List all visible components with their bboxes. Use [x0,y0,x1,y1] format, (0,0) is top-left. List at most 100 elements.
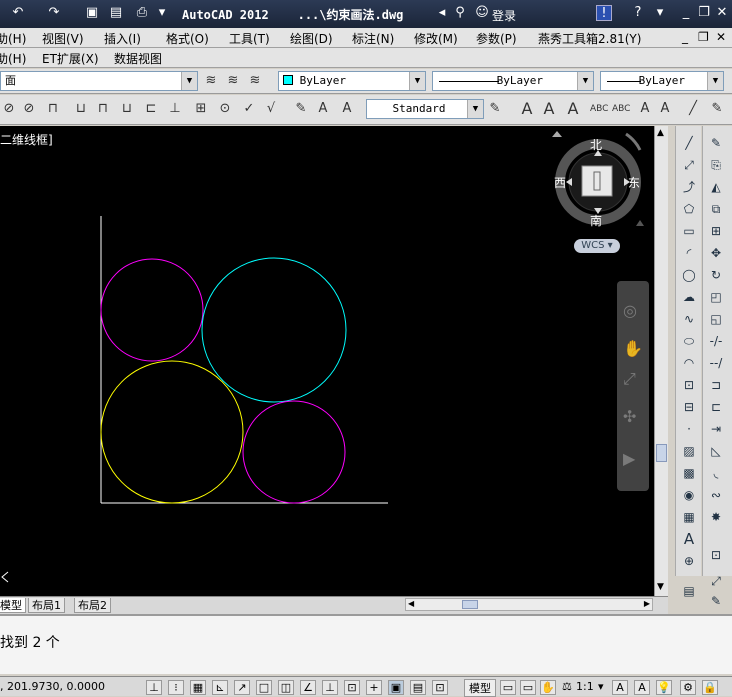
pan-status-icon[interactable]: ✋ [540,680,556,695]
chevron-down-icon[interactable]: ▼ [577,72,593,90]
color-combo[interactable]: ByLayer ▼ [278,71,426,91]
mtext-icon[interactable]: A [540,100,558,118]
help-dropdown-icon[interactable]: ▾ [652,5,668,21]
table-icon[interactable]: ▦ [680,508,698,526]
eraser-icon[interactable]: ✎ [707,592,725,610]
dim-tool-icon[interactable]: ⤢ [707,572,725,590]
dim-edit-icon[interactable]: ✎ [486,100,504,118]
menu-tools[interactable]: 工具(T) [229,30,270,47]
dropdown-icon[interactable]: ▾ [154,5,170,21]
quick-view-layouts-icon[interactable]: ▭ [500,680,516,695]
save-as-icon[interactable]: ▣ [84,5,100,21]
vertical-constraint-icon[interactable]: ⊔ [118,100,136,118]
spline-icon[interactable]: ∿ [680,310,698,328]
explode-icon[interactable]: ✸ [707,508,725,526]
aligned-constraint-icon[interactable]: ⊓ [94,100,112,118]
ucs-menu-button[interactable]: WCS ▾ [574,239,620,253]
horizontal-scroll-thumb[interactable] [462,600,478,609]
concentric-icon[interactable]: ⊙ [216,100,234,118]
menu-help[interactable]: 助(H) [0,30,26,47]
make-block-icon[interactable]: ⊟ [680,398,698,416]
orbit-icon[interactable]: ✣ [623,407,636,426]
break-at-point-icon[interactable]: ⊐ [707,376,725,394]
transparency-icon[interactable]: ▣ [388,680,404,695]
gradient-icon[interactable]: ▩ [680,464,698,482]
rotate-arrow-icon[interactable] [625,132,642,151]
radial-constraint-icon[interactable]: ⊥ [166,100,184,118]
binoculars-icon[interactable]: ⚲ [452,5,468,21]
text-edit-icon[interactable]: A [564,100,582,118]
menu-view[interactable]: 视图(V) [42,30,84,47]
vertical-scrollbar[interactable]: ▲ ▼ [654,126,668,596]
login-label[interactable]: 登录 [492,7,516,24]
drawing-canvas[interactable]: 二维线框] 北 南 东 西 WCS ▾ [0,126,654,596]
menu-help-2[interactable]: 助(H) [0,50,26,67]
annotation-scale-value[interactable]: 1:1 [576,680,594,693]
model-button[interactable]: 模型 [464,679,496,697]
menu-data-view[interactable]: 数据视图 [114,50,162,67]
polygon-icon[interactable]: ⬠ [680,200,698,218]
blend-icon[interactable]: ∾ [707,486,725,504]
command-line[interactable]: 找到 2 个 [0,614,732,674]
tab-model[interactable]: 模型 [0,598,26,613]
hatch-icon[interactable]: ▨ [680,442,698,460]
workspace-combo[interactable]: 面 ▼ [0,71,198,91]
quick-properties-icon[interactable]: ▤ [410,680,426,695]
minimize-icon[interactable]: _ [678,5,694,21]
text-icon[interactable]: A [518,100,536,118]
join-icon[interactable]: ⇥ [707,420,725,438]
doc-close-icon[interactable]: ✕ [716,30,726,44]
user-icon[interactable]: ☺ [474,5,490,21]
compass-west[interactable]: 西 [554,174,566,191]
lightbulb-icon[interactable]: 💡 [656,680,672,695]
layer-properties-icon[interactable]: ≋ [202,72,220,90]
scroll-down-icon[interactable]: ▼ [657,582,664,592]
find-icon[interactable]: ABC [590,100,608,118]
viewcube-menu-icon[interactable] [636,220,644,226]
rotate-icon[interactable]: ↻ [707,266,725,284]
arc-icon[interactable]: ◜ [680,244,698,262]
left-arrow-icon[interactable]: ◂ [434,5,450,21]
region-icon[interactable]: ◉ [680,486,698,504]
revision-cloud-icon[interactable]: ☁ [680,288,698,306]
menu-draw[interactable]: 绘图(D) [290,30,333,47]
menu-yanxiu-toolbox[interactable]: 燕秀工具箱2.81(Y) [538,30,641,47]
horizontal-scrollbar[interactable]: ◀ ▶ [405,598,653,611]
point-icon[interactable]: · [680,420,698,438]
move-icon[interactable]: ✥ [707,244,725,262]
coordinates-readout[interactable]: , 201.9730, 0.0000 [0,680,105,693]
menu-parametric[interactable]: 参数(P) [476,30,517,47]
erase-icon[interactable]: ✎ [707,134,725,152]
copy-icon[interactable]: ⎘ [707,156,725,174]
modify-extra-icon[interactable]: ⊡ [707,546,725,564]
chamfer-icon[interactable]: ◺ [707,442,725,460]
lineweight-toggle-icon[interactable]: + [366,680,382,695]
grid-icon[interactable]: ▦ [190,680,206,695]
chevron-down-icon[interactable]: ▼ [181,72,197,90]
scroll-up-icon[interactable]: ▲ [657,128,664,138]
ortho-icon[interactable]: ⊾ [212,680,228,695]
erase-icon[interactable]: ✎ [708,100,726,118]
ellipse-icon[interactable]: ⬭ [680,332,698,350]
layer-state-icon[interactable]: ≋ [224,72,242,90]
scale-text-icon[interactable]: A [636,100,654,118]
help-icon[interactable]: ? [630,5,646,21]
break-icon[interactable]: ⊏ [707,398,725,416]
tab-layout2[interactable]: 布局2 [74,598,111,613]
scroll-left-icon[interactable]: ◀ [408,599,414,608]
annotation-scale-icon[interactable]: ⚖ [562,680,572,693]
save-icon[interactable]: ▤ [108,5,124,21]
line-icon[interactable]: ╱ [684,100,702,118]
construction-line-icon[interactable]: ⤢ [680,156,698,174]
show-constraints-icon[interactable]: ⊞ [192,100,210,118]
table-style-icon[interactable]: A [338,100,356,118]
scroll-right-icon[interactable]: ▶ [644,599,650,608]
otrack-icon[interactable]: ∠ [300,680,316,695]
undo-icon[interactable]: ↶ [10,5,26,21]
menu-insert[interactable]: 插入(I) [104,30,141,47]
stretch-icon[interactable]: ◱ [707,310,725,328]
dimstyle-combo[interactable]: Standard ▼ [366,99,484,119]
menu-et-express[interactable]: ET扩展(X) [42,50,99,67]
compass-south[interactable]: 南 [590,212,602,229]
scale-icon[interactable]: ◰ [707,288,725,306]
